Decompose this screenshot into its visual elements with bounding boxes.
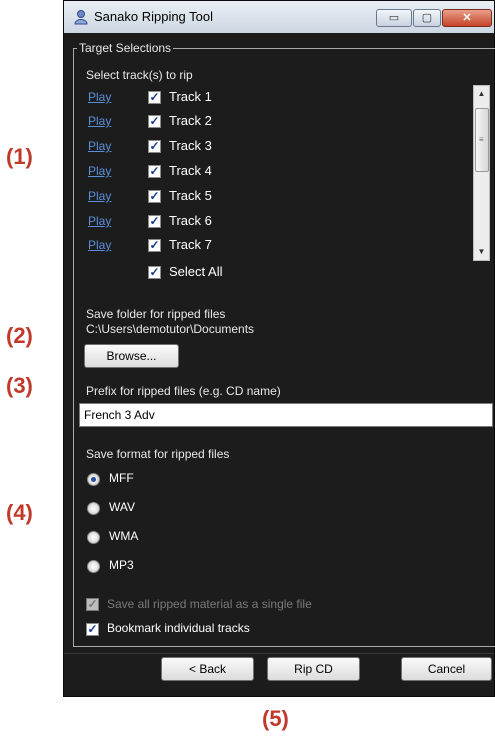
play-track-5-link[interactable]: Play [88, 189, 111, 203]
track-4-label: Track 4 [169, 163, 212, 178]
track-2-label: Track 2 [169, 113, 212, 128]
track-7-checkbox[interactable]: ✓ [148, 239, 161, 252]
format-wma-label: WMA [109, 529, 139, 543]
track-2-checkbox[interactable]: ✓ [148, 115, 161, 128]
scroll-thumb[interactable]: ≡ [475, 108, 489, 172]
play-track-1-link[interactable]: Play [88, 90, 111, 104]
play-track-6-link[interactable]: Play [88, 214, 111, 228]
format-wav-radio[interactable] [87, 502, 100, 515]
track-1-label: Track 1 [169, 89, 212, 104]
play-track-2-link[interactable]: Play [88, 114, 111, 128]
format-label: Save format for ripped files [86, 447, 230, 461]
track-6-label: Track 6 [169, 213, 212, 228]
save-folder-label: Save folder for ripped files [86, 307, 226, 321]
callout-5: (5) [262, 706, 289, 731]
window-title: Sanako Ripping Tool [94, 9, 214, 24]
select-all-checkbox[interactable]: ✓ [148, 266, 161, 279]
scroll-down-arrow-icon[interactable]: ▼ [474, 244, 489, 260]
app-icon [74, 10, 88, 25]
track-5-checkbox[interactable]: ✓ [148, 190, 161, 203]
callout-3: (3) [6, 373, 33, 398]
track-3-label: Track 3 [169, 138, 212, 153]
ripping-tool-window: Sanako Ripping Tool ▭ ▢ ✕ Target Selecti… [63, 0, 495, 697]
single-file-checkbox[interactable]: ✓ [86, 598, 99, 611]
title-bar[interactable]: Sanako Ripping Tool ▭ ▢ ✕ [64, 1, 494, 33]
cancel-button[interactable]: Cancel [401, 657, 492, 681]
track-1-checkbox[interactable]: ✓ [148, 91, 161, 104]
rip-cd-button[interactable]: Rip CD [267, 657, 360, 681]
format-wav-label: WAV [109, 500, 135, 514]
callout-2: (2) [6, 323, 33, 348]
bookmark-tracks-checkbox[interactable]: ✓ [86, 623, 99, 636]
select-tracks-label: Select track(s) to rip [86, 68, 193, 82]
play-track-7-link[interactable]: Play [88, 238, 111, 252]
track-4-checkbox[interactable]: ✓ [148, 165, 161, 178]
single-file-label: Save all ripped material as a single fil… [107, 597, 312, 611]
track-list-scrollbar[interactable]: ▲ ≡ ▼ [473, 85, 490, 261]
format-mp3-label: MP3 [109, 558, 134, 572]
browse-button[interactable]: Browse... [84, 344, 179, 368]
track-3-checkbox[interactable]: ✓ [148, 140, 161, 153]
prefix-label: Prefix for ripped files (e.g. CD name) [86, 384, 281, 398]
callout-1: (1) [6, 144, 33, 169]
footer-divider [64, 653, 494, 654]
minimize-button[interactable]: ▭ [376, 9, 412, 27]
select-all-label: Select All [169, 264, 223, 279]
play-track-3-link[interactable]: Play [88, 139, 111, 153]
format-mff-radio[interactable] [87, 473, 100, 486]
scroll-up-arrow-icon[interactable]: ▲ [474, 86, 489, 102]
play-track-4-link[interactable]: Play [88, 164, 111, 178]
group-title: Target Selections [77, 41, 174, 55]
bookmark-tracks-label: Bookmark individual tracks [107, 621, 250, 635]
track-6-checkbox[interactable]: ✓ [148, 215, 161, 228]
save-folder-path: C:\Users\demotutor\Documents [86, 322, 255, 336]
maximize-button[interactable]: ▢ [413, 9, 441, 27]
format-mp3-radio[interactable] [87, 560, 100, 573]
track-7-label: Track 7 [169, 237, 212, 252]
format-mff-label: MFF [109, 471, 134, 485]
prefix-input[interactable]: French 3 Adv [79, 403, 493, 427]
track-5-label: Track 5 [169, 188, 212, 203]
back-button[interactable]: < Back [161, 657, 254, 681]
close-button[interactable]: ✕ [442, 9, 492, 27]
format-wma-radio[interactable] [87, 531, 100, 544]
callout-4: (4) [6, 500, 33, 525]
